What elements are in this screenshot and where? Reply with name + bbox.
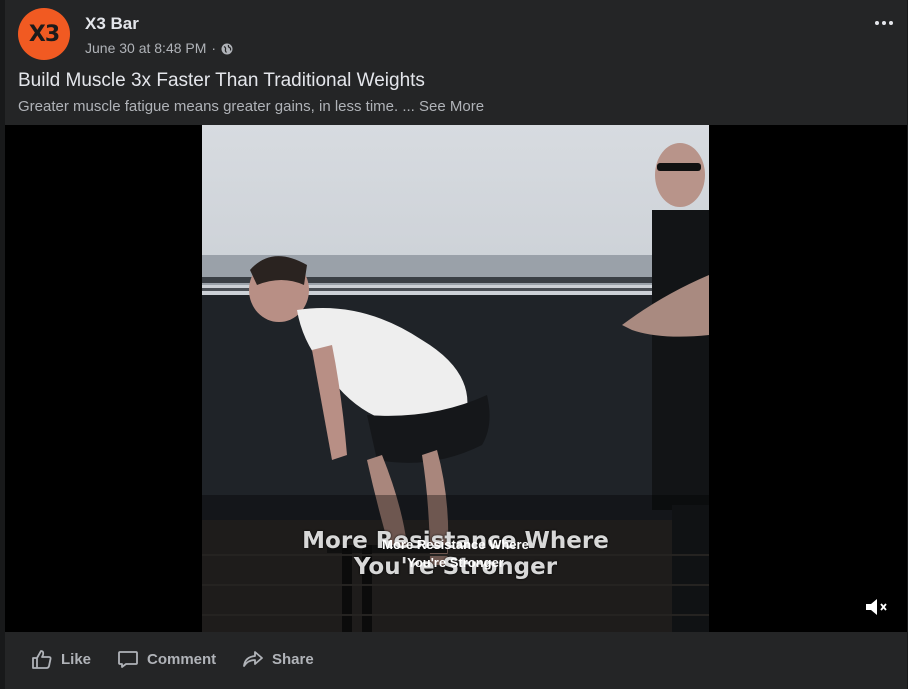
post-actions-bar: Like Comment Share — [5, 640, 907, 680]
globe-icon — [221, 42, 233, 55]
thumbs-up-icon — [32, 650, 52, 669]
share-arrow-icon — [243, 651, 263, 667]
page-avatar[interactable]: X3 — [18, 8, 70, 60]
volume-muted-icon — [866, 599, 887, 615]
comment-bubble-icon — [118, 651, 138, 668]
post-meta: June 30 at 8:48 PM · — [85, 40, 233, 56]
like-label: Like — [61, 650, 92, 668]
see-more-link[interactable]: See More — [419, 98, 484, 115]
mute-toggle-button[interactable] — [863, 595, 891, 619]
comment-label: Comment — [147, 650, 217, 668]
post-headline: Build Muscle 3x Faster Than Traditional … — [18, 70, 425, 91]
avatar-logo-text: X3 — [28, 21, 60, 47]
description-text: Greater muscle fatigue means greater gai… — [18, 98, 415, 115]
comment-button[interactable]: Comment — [117, 648, 216, 670]
post-card: X3 X3 Bar June 30 at 8:48 PM · Build Mus… — [5, 0, 907, 689]
share-label: Share — [272, 650, 314, 668]
caption-small-line2: You're Stronger — [407, 555, 504, 570]
caption-small-line1: More Resistance Where — [382, 537, 529, 552]
more-options-button[interactable] — [871, 10, 897, 36]
video-caption-small: More Resistance Where You're Stronger — [202, 536, 709, 572]
share-button[interactable]: Share — [242, 648, 314, 670]
post-header: X3 X3 Bar June 30 at 8:48 PM · — [5, 0, 907, 66]
post-timestamp[interactable]: June 30 at 8:48 PM — [85, 40, 206, 56]
like-button[interactable]: Like — [31, 648, 91, 670]
video-player[interactable]: More Resistance Where You're Stronger Mo… — [5, 125, 907, 632]
more-dots-icon — [875, 21, 893, 25]
page-name-link[interactable]: X3 Bar — [85, 14, 139, 34]
post-description: Greater muscle fatigue means greater gai… — [18, 98, 484, 115]
meta-separator: · — [211, 40, 217, 56]
